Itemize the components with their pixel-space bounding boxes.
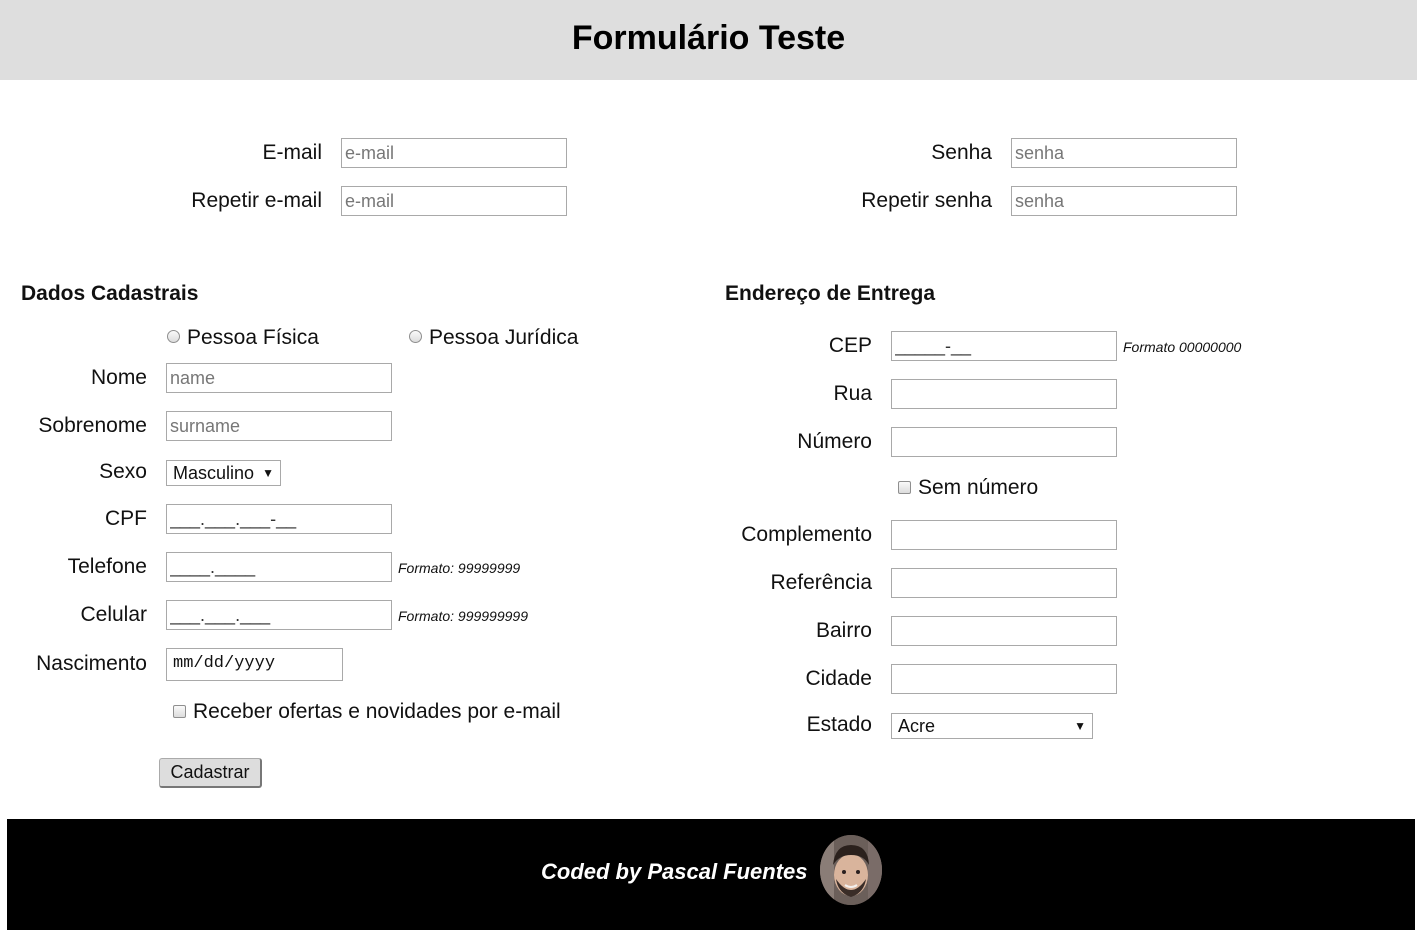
triangle-down-icon: ▼: [262, 466, 274, 480]
page-title: Formulário Teste: [571, 19, 846, 57]
cep-input[interactable]: [891, 331, 1117, 361]
street-input[interactable]: [891, 379, 1117, 409]
sex-select-value: Masculino: [173, 463, 255, 483]
mobile-format-hint: Formato: 999999999: [398, 608, 528, 624]
phone-label: Telefone: [67, 555, 147, 578]
newsletter-checkbox[interactable]: [173, 705, 186, 718]
name-input[interactable]: [166, 363, 392, 393]
state-select-value: Acre: [898, 716, 936, 736]
cep-label: CEP: [828, 334, 872, 357]
triangle-down-icon: ▼: [1074, 719, 1086, 733]
pessoa-fisica-label: Pessoa Física: [187, 326, 319, 349]
endereco-title: Endereço de Entrega: [725, 282, 936, 305]
state-select[interactable]: Acre ▼: [891, 713, 1093, 739]
surname-input[interactable]: [166, 411, 392, 441]
radio-pessoa-juridica[interactable]: [409, 330, 422, 343]
mobile-label: Celular: [80, 603, 147, 626]
cpf-input[interactable]: [166, 504, 392, 534]
district-label: Bairro: [815, 619, 872, 642]
number-input[interactable]: [891, 427, 1117, 457]
repeat-email-label: Repetir e-mail: [191, 189, 322, 212]
cpf-label: CPF: [105, 507, 147, 530]
email-input[interactable]: [341, 138, 567, 168]
footer: Coded by Pascal Fuentes: [7, 819, 1415, 930]
number-label: Número: [797, 430, 872, 453]
repeat-password-input[interactable]: [1011, 186, 1237, 216]
no-number-label: Sem número: [918, 476, 1039, 499]
surname-label: Sobrenome: [38, 414, 147, 437]
avatar: [820, 835, 882, 905]
footer-credit: Coded by Pascal Fuentes: [541, 859, 808, 884]
state-label: Estado: [806, 713, 872, 736]
complement-input[interactable]: [891, 520, 1117, 550]
password-input[interactable]: [1011, 138, 1237, 168]
complement-label: Complemento: [741, 523, 872, 546]
email-label: E-mail: [262, 141, 322, 164]
newsletter-label: Receber ofertas e novidades por e-mail: [193, 700, 561, 723]
mobile-input[interactable]: [166, 600, 392, 630]
avatar-photo-icon: [820, 835, 882, 905]
sex-select[interactable]: Masculino ▼: [166, 460, 281, 486]
repeat-email-input[interactable]: [341, 186, 567, 216]
street-label: Rua: [833, 382, 872, 405]
password-label: Senha: [931, 141, 992, 164]
reference-label: Referência: [770, 571, 872, 594]
repeat-password-label: Repetir senha: [861, 189, 992, 212]
pessoa-juridica-label: Pessoa Jurídica: [429, 326, 579, 349]
birth-date-input[interactable]: mm/dd/yyyy: [166, 648, 343, 681]
submit-button[interactable]: Cadastrar: [159, 758, 262, 788]
page-header: Formulário Teste: [0, 0, 1417, 80]
radio-pessoa-fisica[interactable]: [167, 330, 180, 343]
phone-input[interactable]: [166, 552, 392, 582]
name-label: Nome: [90, 366, 147, 389]
reference-input[interactable]: [891, 568, 1117, 598]
dados-cadastrais-title: Dados Cadastrais: [21, 282, 199, 305]
birth-label: Nascimento: [36, 652, 147, 675]
no-number-checkbox[interactable]: [898, 481, 911, 494]
cep-format-hint: Formato 00000000: [1123, 339, 1242, 355]
city-label: Cidade: [805, 667, 872, 690]
city-input[interactable]: [891, 664, 1117, 694]
district-input[interactable]: [891, 616, 1117, 646]
sex-label: Sexo: [99, 460, 147, 483]
phone-format-hint: Formato: 99999999: [398, 560, 521, 576]
